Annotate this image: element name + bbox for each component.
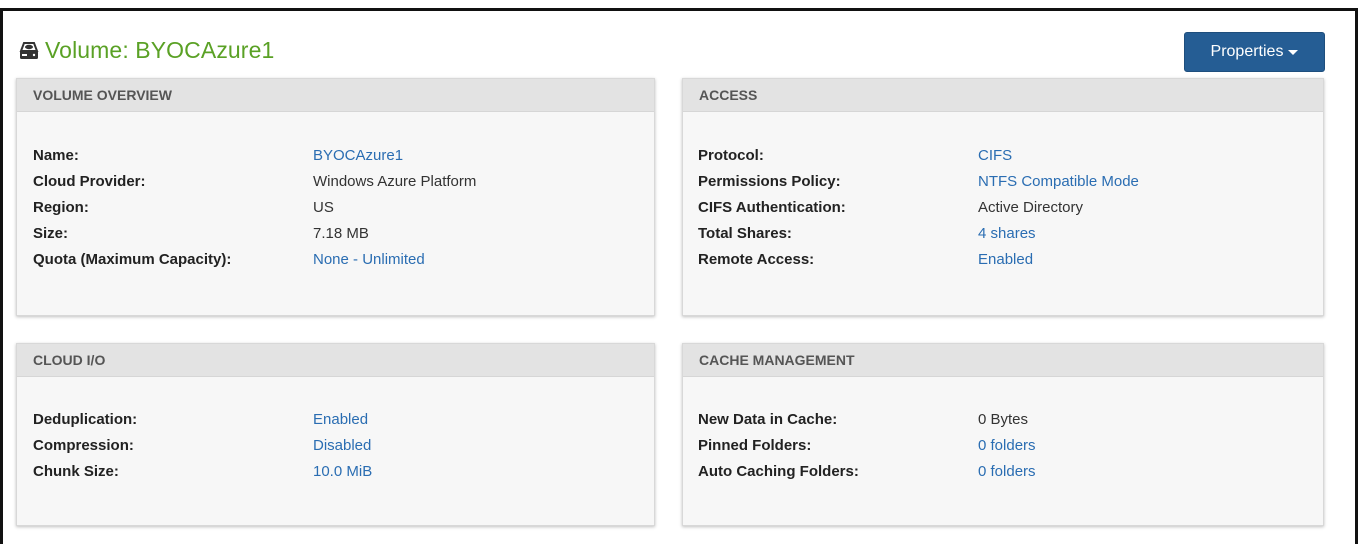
remote-access-link[interactable]: Enabled [978, 247, 1033, 273]
caret-down-icon [1288, 49, 1299, 55]
properties-button-label: Properties [1210, 43, 1284, 60]
detail-value: Active Directory [978, 199, 1084, 216]
panel-heading: ACCESS [683, 79, 1323, 112]
detail-value: US [313, 199, 334, 216]
detail-key: CIFS Authentication: [698, 199, 846, 216]
deduplication-link[interactable]: Enabled [313, 407, 368, 433]
detail-key: Chunk Size: [33, 463, 119, 480]
protocol-link[interactable]: CIFS [978, 143, 1012, 169]
detail-row: Permissions Policy: NTFS Compatible Mode [698, 169, 1313, 195]
detail-row: Size: 7.18 MB [33, 221, 644, 247]
cache-management-panel: CACHE MANAGEMENT New Data in Cache: 0 By… [682, 343, 1324, 526]
detail-key: Quota (Maximum Capacity): [33, 251, 232, 268]
auto-caching-folders-link[interactable]: 0 folders [978, 459, 1036, 485]
page-title-group: Volume: BYOCAzure1 [17, 37, 274, 64]
quota-link[interactable]: None - Unlimited [313, 247, 425, 273]
detail-row: Auto Caching Folders: 0 folders [698, 459, 1313, 485]
detail-key: Compression: [33, 437, 134, 454]
detail-row: New Data in Cache: 0 Bytes [698, 407, 1313, 433]
pinned-folders-link[interactable]: 0 folders [978, 433, 1036, 459]
total-shares-link[interactable]: 4 shares [978, 221, 1036, 247]
detail-value: Windows Azure Platform [313, 173, 477, 190]
volume-name-link[interactable]: BYOCAzure1 [313, 143, 403, 169]
detail-row: Remote Access: Enabled [698, 247, 1313, 273]
detail-row: CIFS Authentication: Active Directory [698, 195, 1313, 221]
cloud-io-panel: CLOUD I/O Deduplication: Enabled Compres… [16, 343, 655, 526]
detail-row: Compression: Disabled [33, 433, 644, 459]
page-header: Volume: BYOCAzure1 Properties [17, 29, 1325, 77]
hard-drive-icon [17, 39, 41, 63]
properties-dropdown-button[interactable]: Properties [1184, 32, 1325, 72]
detail-row: Pinned Folders: 0 folders [698, 433, 1313, 459]
detail-key: Region: [33, 199, 89, 216]
detail-key: Remote Access: [698, 251, 815, 268]
volume-page: Volume: BYOCAzure1 Properties VOLUME OVE… [0, 8, 1358, 544]
detail-key: Permissions Policy: [698, 173, 841, 190]
panel-heading: CLOUD I/O [17, 344, 654, 377]
detail-key: Name: [33, 147, 79, 164]
detail-row: Region: US [33, 195, 644, 221]
detail-row: Quota (Maximum Capacity): None - Unlimit… [33, 247, 644, 273]
detail-row: Deduplication: Enabled [33, 407, 644, 433]
detail-value: 0 Bytes [978, 411, 1029, 428]
detail-key: Size: [33, 225, 69, 242]
detail-key: Total Shares: [698, 225, 792, 242]
detail-key: Protocol: [698, 147, 764, 164]
page-title: Volume: BYOCAzure1 [45, 37, 275, 63]
detail-row: Cloud Provider: Windows Azure Platform [33, 169, 644, 195]
panel-heading: VOLUME OVERVIEW [17, 79, 654, 112]
volume-overview-panel: VOLUME OVERVIEW Name: BYOCAzure1 Cloud P… [16, 78, 655, 316]
compression-link[interactable]: Disabled [313, 433, 371, 459]
detail-row: Protocol: CIFS [698, 143, 1313, 169]
access-panel: ACCESS Protocol: CIFS Permissions Policy… [682, 78, 1324, 316]
detail-key: New Data in Cache: [698, 411, 838, 428]
detail-row: Total Shares: 4 shares [698, 221, 1313, 247]
panel-heading: CACHE MANAGEMENT [683, 344, 1323, 377]
detail-value: 7.18 MB [313, 225, 369, 242]
permissions-policy-link[interactable]: NTFS Compatible Mode [978, 169, 1139, 195]
detail-key: Cloud Provider: [33, 173, 146, 190]
detail-key: Pinned Folders: [698, 437, 812, 454]
detail-key: Auto Caching Folders: [698, 463, 859, 480]
detail-row: Chunk Size: 10.0 MiB [33, 459, 644, 485]
detail-row: Name: BYOCAzure1 [33, 143, 644, 169]
chunk-size-link[interactable]: 10.0 MiB [313, 459, 372, 485]
detail-key: Deduplication: [33, 411, 138, 428]
